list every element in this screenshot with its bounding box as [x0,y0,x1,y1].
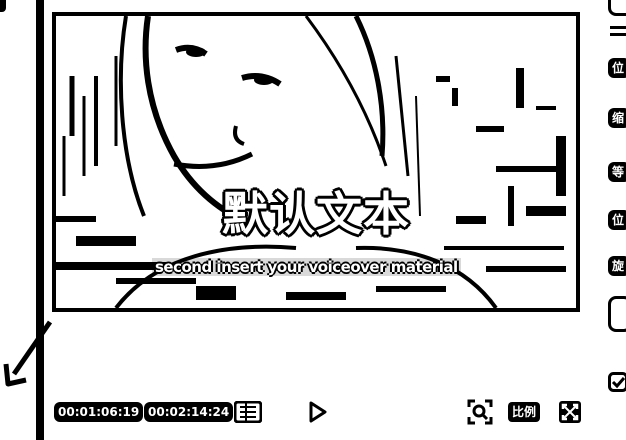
caption-title-text[interactable]: 默认文本 [56,178,576,244]
list-icon[interactable] [234,398,262,426]
aspect-ratio-button[interactable]: 比例 [508,402,541,422]
fullscreen-icon[interactable] [556,398,584,426]
value-field[interactable] [608,296,626,332]
position-label-2[interactable]: 位 [608,210,626,230]
left-edge-tab [0,0,6,12]
resize-arrow-icon[interactable] [2,318,54,388]
position-label[interactable]: 位 [608,58,626,78]
caption-subtitle-text[interactable]: second insert your voiceover material [152,258,461,276]
play-icon[interactable] [304,398,332,426]
checkbox-icon[interactable] [608,372,626,392]
scale-label[interactable]: 缩 [608,108,626,128]
properties-panel: 位 缩 等 位 旋 [598,0,626,440]
menu-icon[interactable] [610,26,626,36]
total-duration: 00:02:14:24 [144,402,234,422]
panel-card [608,0,626,16]
uniform-label[interactable]: 等 [608,162,626,182]
rotate-label[interactable]: 旋 [608,256,626,276]
video-preview[interactable]: 默认文本 second insert your voiceover materi… [52,12,580,312]
zoom-focus-icon[interactable] [466,398,494,426]
current-time: 00:01:06:19 [54,402,144,422]
playback-controls: 00:01:06:19 00:02:14:24 比例 [52,396,592,428]
